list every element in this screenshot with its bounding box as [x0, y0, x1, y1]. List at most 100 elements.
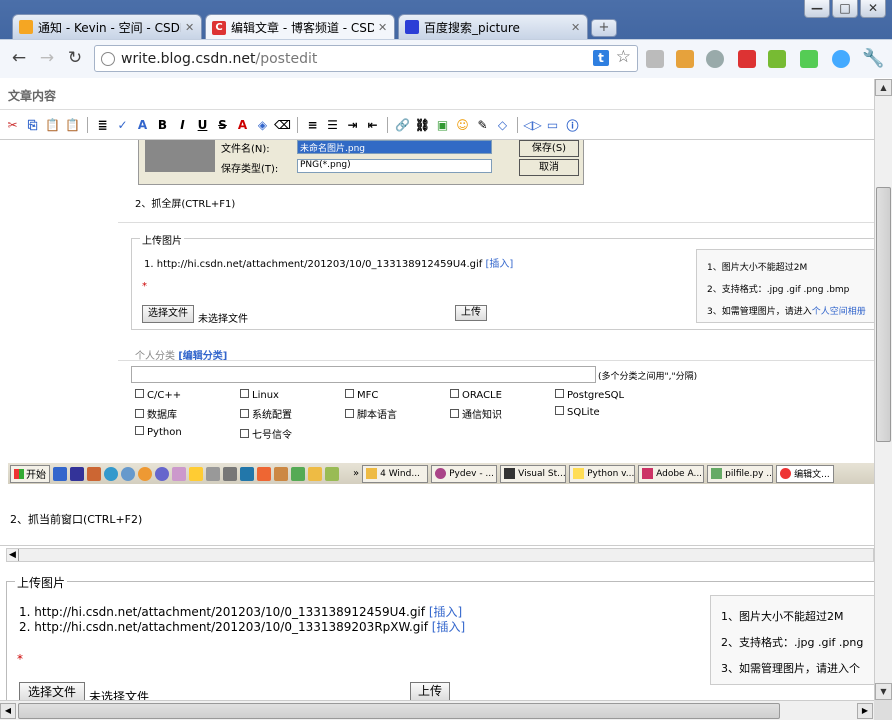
eraser-icon[interactable]: ⌫	[274, 117, 291, 134]
overflow-chevron-icon[interactable]: »	[353, 468, 359, 479]
tab-close-icon[interactable]: ✕	[185, 21, 195, 34]
category-checkbox[interactable]: 脚本语言	[345, 406, 450, 421]
format-icon[interactable]: ≣	[94, 117, 111, 134]
category-checkbox[interactable]: 通信知识	[450, 406, 555, 421]
quicklaunch-icon[interactable]	[274, 466, 288, 481]
type-select[interactable]: PNG(*.png)	[297, 159, 492, 173]
taskbar-item[interactable]: Pydev - ...	[431, 464, 498, 483]
taskbar-item[interactable]: 4 Wind...	[362, 464, 429, 483]
source-icon[interactable]: ◁▷	[523, 117, 541, 134]
extension-aa-icon[interactable]	[738, 50, 756, 68]
new-tab-button[interactable]: +	[591, 19, 617, 37]
copy-icon[interactable]: ⎘	[24, 117, 41, 134]
emoticon-icon[interactable]: ☺	[454, 117, 471, 134]
embedded-hscrollbar[interactable]: ◀	[6, 548, 874, 562]
insert-link[interactable]: [插入]	[429, 605, 462, 619]
quicklaunch-icon[interactable]	[189, 466, 203, 481]
scroll-right-icon[interactable]: ▶	[857, 703, 873, 719]
category-checkbox[interactable]: 七号信令	[240, 426, 345, 441]
scroll-down-icon[interactable]: ▼	[875, 683, 892, 700]
quicklaunch-icon[interactable]	[53, 466, 67, 481]
quicklaunch-icon[interactable]	[121, 466, 135, 481]
category-checkbox[interactable]: ORACLE	[450, 389, 555, 401]
paste-icon[interactable]: 📋	[44, 117, 61, 134]
quicklaunch-icon[interactable]	[104, 466, 118, 481]
code-snippet-icon[interactable]: ◇	[494, 117, 511, 134]
spellcheck-icon[interactable]: ✓	[114, 117, 131, 134]
category-checkbox[interactable]: 系统配置	[240, 406, 345, 421]
extension-image-icon[interactable]	[676, 50, 694, 68]
highlight-icon[interactable]: ◈	[254, 117, 271, 134]
bookmark-star-icon[interactable]: ☆	[616, 47, 631, 67]
back-icon[interactable]: ←	[8, 48, 30, 68]
font-icon[interactable]: A	[134, 117, 151, 134]
italic-icon[interactable]: I	[174, 117, 191, 134]
forward-icon[interactable]: →	[36, 48, 58, 68]
quicklaunch-icon[interactable]	[155, 466, 169, 481]
indent-icon[interactable]: ⇥	[344, 117, 361, 134]
quicklaunch-icon[interactable]	[308, 466, 322, 481]
tab-notice[interactable]: 通知 - Kevin - 空间 - CSDN.NE ✕	[12, 14, 202, 39]
vertical-scrollbar[interactable]: ▲ ▼	[874, 79, 892, 700]
quicklaunch-icon[interactable]	[138, 466, 152, 481]
link-icon[interactable]: 🔗	[394, 117, 411, 134]
edit-icon[interactable]: ✎	[474, 117, 491, 134]
tab-edit-article[interactable]: C 编辑文章 - 博客频道 - CSDN ✕	[205, 14, 395, 40]
quicklaunch-icon[interactable]	[240, 466, 254, 481]
taskbar-item[interactable]: 编辑文...	[776, 464, 835, 483]
category-checkbox[interactable]: MFC	[345, 389, 450, 401]
album-link[interactable]: 个人空间相册	[812, 307, 866, 317]
bold-icon[interactable]: B	[154, 117, 171, 134]
taskbar-item[interactable]: pilfile.py ...	[707, 464, 774, 483]
category-checkbox[interactable]: Python	[135, 426, 240, 441]
underline-icon[interactable]: U	[194, 117, 211, 134]
extension-globe-icon[interactable]	[706, 50, 724, 68]
text-color-icon[interactable]: A	[234, 117, 251, 134]
quicklaunch-icon[interactable]	[291, 466, 305, 481]
quicklaunch-icon[interactable]	[223, 466, 237, 481]
bullet-list-icon[interactable]: ☰	[324, 117, 341, 134]
image-icon[interactable]: ▣	[434, 117, 451, 134]
tab-baidu-search[interactable]: 百度搜索_picture ✕	[398, 14, 588, 39]
about-icon[interactable]: ⓘ	[564, 117, 581, 134]
page-info-icon[interactable]	[101, 51, 115, 66]
taskbar-item[interactable]: Python v...	[569, 464, 636, 483]
category-checkbox[interactable]: Linux	[240, 389, 345, 401]
choose-file-button[interactable]: 选择文件	[19, 682, 85, 700]
filename-field[interactable]: 未命名图片.png	[297, 140, 492, 154]
quicklaunch-icon[interactable]	[206, 466, 220, 481]
category-checkbox[interactable]: SQLite	[555, 406, 660, 421]
quicklaunch-icon[interactable]	[87, 466, 101, 481]
maximize-button[interactable]: □	[832, 0, 858, 18]
reload-icon[interactable]: ↻	[64, 48, 86, 68]
insert-link[interactable]: [插入]	[486, 259, 514, 270]
address-bar[interactable]: write.blog.csdn.net/postedit t ☆	[94, 45, 638, 72]
scroll-left-icon[interactable]: ◀	[7, 549, 19, 561]
quicklaunch-icon[interactable]	[257, 466, 271, 481]
close-button[interactable]: ✕	[860, 0, 886, 18]
category-checkbox[interactable]: 数据库	[135, 406, 240, 421]
save-button[interactable]: 保存(S)	[519, 140, 579, 157]
taskbar-item[interactable]: Adobe A...	[638, 464, 705, 483]
tab-close-icon[interactable]: ✕	[378, 21, 388, 34]
scroll-left-icon[interactable]: ◀	[0, 703, 16, 719]
choose-file-button[interactable]: 选择文件	[142, 305, 194, 323]
translate-icon[interactable]: t	[593, 50, 609, 66]
quicklaunch-icon[interactable]	[70, 466, 84, 481]
scroll-thumb[interactable]	[876, 187, 891, 442]
horizontal-scrollbar[interactable]: ◀ ▶	[0, 700, 874, 720]
extension-grid-icon[interactable]	[646, 50, 664, 68]
insert-link[interactable]: [插入]	[432, 620, 465, 634]
quicklaunch-icon[interactable]	[172, 466, 186, 481]
upload-button[interactable]: 上传	[455, 305, 487, 321]
quicklaunch-icon[interactable]	[325, 466, 339, 481]
scroll-up-icon[interactable]: ▲	[875, 79, 892, 96]
extension-p-icon[interactable]	[832, 50, 850, 68]
wrench-menu-icon[interactable]: 🔧	[862, 48, 884, 69]
category-checkbox[interactable]: PostgreSQL	[555, 389, 660, 401]
taskbar-item[interactable]: Visual St...	[500, 464, 567, 483]
extension-bars-icon[interactable]	[768, 50, 786, 68]
category-checkbox[interactable]: C/C++	[135, 389, 240, 401]
preview-icon[interactable]: ▭	[544, 117, 561, 134]
cancel-button[interactable]: 取消	[519, 159, 579, 176]
